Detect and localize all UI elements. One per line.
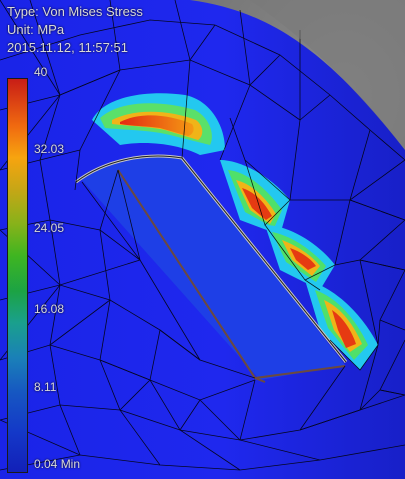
result-type-label: Type: Von Mises Stress bbox=[7, 4, 143, 19]
legend-tick-label: 16.08 bbox=[34, 302, 65, 316]
legend-tick-label: 8.11 bbox=[34, 380, 57, 394]
legend-color-bar bbox=[7, 78, 28, 473]
legend-max-label: 40 bbox=[34, 65, 48, 79]
result-datetime-label: 2015.11.12, 11:57:51 bbox=[7, 40, 128, 55]
fea-stress-viewport[interactable] bbox=[0, 0, 405, 479]
result-unit-label: Unit: MPa bbox=[7, 22, 65, 37]
legend-tick-label: 24.05 bbox=[34, 221, 65, 235]
legend-tick-label: 32.03 bbox=[34, 142, 65, 156]
legend-min-label: 0.04 Min bbox=[34, 457, 81, 471]
